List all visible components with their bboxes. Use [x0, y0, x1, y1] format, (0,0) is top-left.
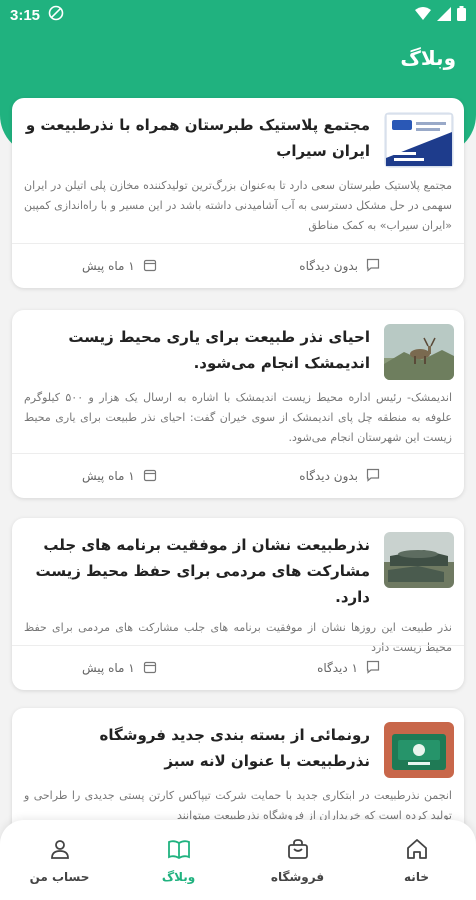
blog-post-card[interactable]: نذرطبیعت نشان از موفقیت برنامه های جلب م… — [12, 518, 464, 690]
signal-icon — [437, 6, 451, 25]
nav-home-label: خانه — [404, 869, 429, 884]
status-bar: 3:15 — [0, 0, 476, 30]
post-title[interactable]: نذرطبیعت نشان از موفقیت برنامه های جلب م… — [22, 532, 370, 610]
post-excerpt: اندیمشک- رئیس اداره محیط زیست اندیمشک با… — [24, 391, 452, 444]
post-thumbnail — [384, 722, 454, 778]
date-meta: ۱ ماه پیش — [82, 258, 157, 275]
post-thumbnail — [384, 532, 454, 588]
page-title: وبلاگ — [400, 46, 456, 70]
nav-account[interactable]: حساب من — [0, 820, 119, 900]
post-excerpt: مجتمع پلاستیک طبرستان سعی دارد تا به‌عنو… — [24, 179, 452, 232]
comments-meta: بدون دیدگاه — [299, 258, 380, 275]
nav-shop[interactable]: فروشگاه — [238, 820, 357, 900]
comments-count: بدون دیدگاه — [299, 469, 358, 483]
nav-account-label: حساب من — [29, 869, 90, 884]
post-excerpt: انجمن نذرطبیعت در ابتکاری جدید با حمایت … — [24, 789, 452, 822]
date-meta: ۱ ماه پیش — [82, 660, 157, 677]
comments-meta: بدون دیدگاه — [299, 468, 380, 485]
comments-count: بدون دیدگاه — [299, 259, 358, 273]
nav-home[interactable]: خانه — [357, 820, 476, 900]
comments-meta: ۱ دیدگاه — [317, 660, 380, 677]
calendar-icon — [143, 660, 157, 677]
home-icon — [405, 837, 429, 864]
nav-blog[interactable]: وبلاگ — [119, 820, 238, 900]
bottom-navigation: حساب من وبلاگ فروشگاه خانه — [0, 820, 476, 900]
comment-icon — [366, 258, 380, 275]
status-time: 3:15 — [10, 6, 41, 24]
date-meta: ۱ ماه پیش — [82, 468, 157, 485]
post-thumbnail — [384, 324, 454, 380]
post-meta: بدون دیدگاه ۱ ماه پیش — [12, 244, 464, 288]
comment-icon — [366, 468, 380, 485]
post-date: ۱ ماه پیش — [82, 469, 135, 483]
nav-blog-label: وبلاگ — [161, 869, 196, 884]
post-title[interactable]: رونمائی از بسته بندی جدید فروشگاه نذرطبی… — [22, 722, 370, 778]
shopping-bag-icon — [286, 837, 310, 864]
user-icon — [48, 837, 72, 864]
nav-shop-label: فروشگاه — [270, 869, 325, 884]
post-title[interactable]: احیای نذر طبیعت برای یاری محیط زیست اندی… — [22, 324, 370, 380]
comments-count: ۱ دیدگاه — [317, 661, 358, 675]
book-icon — [167, 837, 191, 864]
comment-icon — [366, 660, 380, 677]
post-date: ۱ ماه پیش — [82, 259, 135, 273]
blog-post-card[interactable]: مجتمع پلاستیک طبرستان همراه با نذرطبیعت … — [12, 98, 464, 288]
dnd-icon — [48, 5, 64, 25]
post-meta: بدون دیدگاه ۱ ماه پیش — [12, 454, 464, 498]
calendar-icon — [143, 468, 157, 485]
battery-icon — [457, 5, 466, 25]
wifi-icon — [415, 6, 431, 25]
post-date: ۱ ماه پیش — [82, 661, 135, 675]
calendar-icon — [143, 258, 157, 275]
post-title[interactable]: مجتمع پلاستیک طبرستان همراه با نذرطبیعت … — [22, 112, 370, 168]
post-meta: ۱ دیدگاه ۱ ماه پیش — [12, 646, 464, 690]
blog-post-card[interactable]: احیای نذر طبیعت برای یاری محیط زیست اندی… — [12, 310, 464, 498]
post-thumbnail — [384, 112, 454, 168]
